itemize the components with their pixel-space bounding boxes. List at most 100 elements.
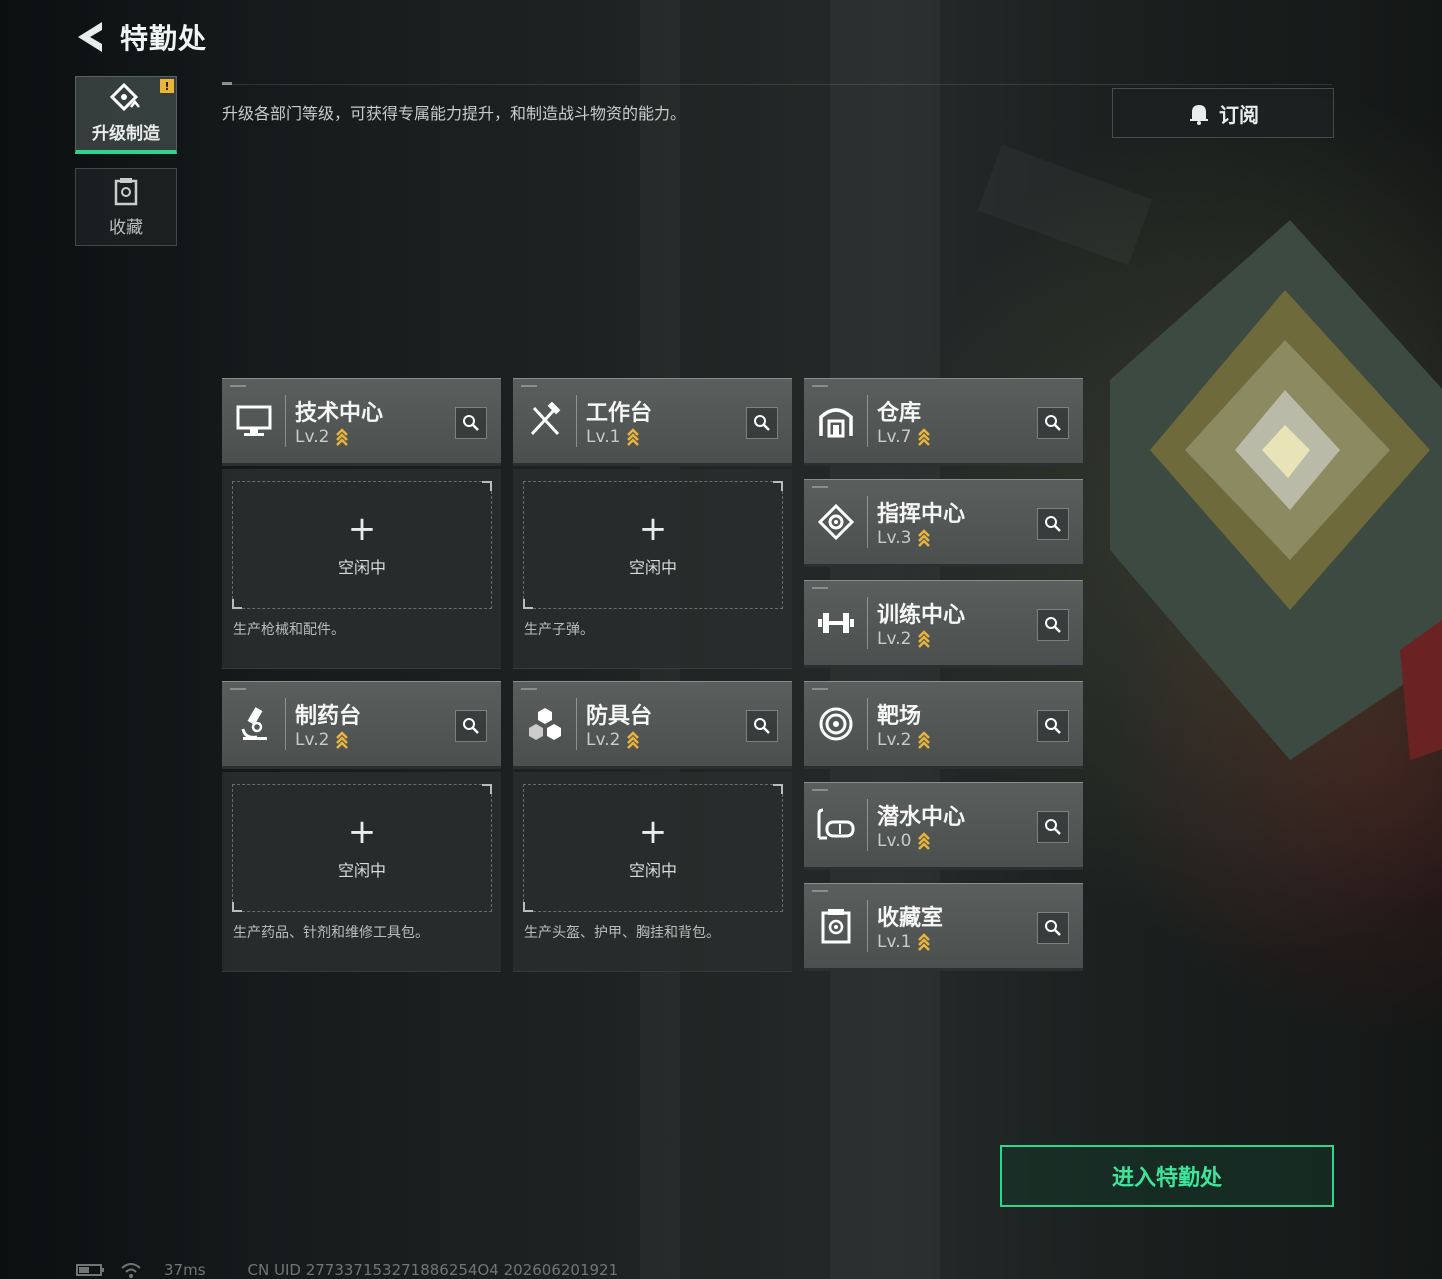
dept-level: Lv.3 [877,528,931,548]
subscribe-label: 订阅 [1219,102,1259,127]
page-title: 特勤处 [120,22,208,55]
production-panel-tech-center: + 空闲中 生产枪械和配件。 [222,469,501,669]
search-icon[interactable] [1037,508,1069,540]
production-description: 生产枪械和配件。 [233,622,345,638]
card-separator [576,395,577,447]
tab-collection[interactable]: 收藏 [75,168,177,246]
card-corner-mark [812,587,828,589]
upgrade-available-icon [336,428,349,446]
production-panel-pharmacy: + 空闲中 生产药品、针剂和维修工具包。 [222,772,501,972]
upgrade-available-icon [918,832,931,850]
dept-level: Lv.0 [877,831,931,851]
production-slot[interactable]: + 空闲中 [232,481,492,609]
subscribe-button[interactable]: 订阅 [1112,88,1334,138]
upgrade-available-icon [336,731,349,749]
production-slot[interactable]: + 空闲中 [523,481,783,609]
search-icon[interactable] [1037,811,1069,843]
upgrade-icon [110,83,140,112]
level-text: Lv.1 [586,427,621,447]
dept-name: 潜水中心 [877,805,966,830]
upgrade-available-icon [918,529,931,547]
dept-card-tech-center[interactable]: 技术中心 Lv.2 [222,378,501,466]
divider-tick [222,82,232,85]
card-corner-mark [812,789,828,791]
bell-icon [1190,105,1208,125]
warehouse-icon [812,397,860,445]
upgrade-available-icon [627,731,640,749]
dept-level: Lv.2 [877,730,931,750]
ping-text: 37ms [164,1260,206,1279]
level-text: Lv.2 [586,730,621,750]
dept-name: 防具台 [586,704,653,729]
production-slot[interactable]: + 空闲中 [232,784,492,912]
card-separator [285,698,286,750]
battery-icon [76,1263,104,1276]
card-separator [867,597,868,649]
production-description: 生产药品、针剂和维修工具包。 [233,925,429,941]
card-corner-mark [521,688,537,690]
dept-card-pharmacy[interactable]: 制药台 Lv.2 [222,681,501,769]
card-corner-mark [521,385,537,387]
card-separator [867,698,868,750]
search-icon[interactable] [455,407,487,439]
search-icon[interactable] [455,710,487,742]
dept-name: 技术中心 [295,401,384,426]
production-description: 生产头盔、护甲、胸挂和背包。 [524,925,720,941]
dept-card-shooting-range[interactable]: 靶场 Lv.2 [804,681,1083,769]
level-text: Lv.1 [877,932,912,952]
add-icon: + [638,812,668,852]
dept-card-command-center[interactable]: 指挥中心 Lv.3 [804,479,1083,567]
tab-label: 升级制造 [92,124,160,144]
dept-name: 指挥中心 [877,502,966,527]
dept-card-collection-room[interactable]: 收藏室 Lv.1 [804,883,1083,971]
slot-corner [773,784,783,794]
collection-icon [114,177,138,205]
tab-upgrade-manufacture[interactable]: ! 升级制造 [75,76,177,154]
dept-name: 制药台 [295,704,362,729]
upgrade-available-icon [918,933,931,951]
dept-card-warehouse[interactable]: 仓库 Lv.7 [804,378,1083,466]
dept-card-workbench[interactable]: 工作台 Lv.1 [513,378,792,466]
dept-level: Lv.7 [877,427,931,447]
armor-icon [521,700,569,748]
slot-status: 空闲中 [628,558,677,577]
level-text: Lv.2 [295,730,330,750]
search-icon[interactable] [1037,912,1069,944]
production-panel-workbench: + 空闲中 生产子弹。 [513,469,792,669]
page-description: 升级各部门等级，可获得专属能力提升，和制造战斗物资的能力。 [222,104,687,123]
search-icon[interactable] [1037,407,1069,439]
upgrade-available-icon [918,731,931,749]
card-separator [867,395,868,447]
search-icon[interactable] [1037,609,1069,641]
slot-corner [523,902,533,912]
dept-level: Lv.2 [295,730,349,750]
card-corner-mark [812,385,828,387]
dept-card-diving-center[interactable]: 潜水中心 Lv.0 [804,782,1083,870]
slot-corner [232,902,242,912]
dept-card-armor-bench[interactable]: 防具台 Lv.2 [513,681,792,769]
tab-label: 收藏 [109,217,143,238]
search-icon[interactable] [746,407,778,439]
dept-level: Lv.2 [586,730,640,750]
dept-level: Lv.1 [586,427,640,447]
production-description: 生产子弹。 [524,622,594,638]
tools-icon [521,397,569,445]
back-arrow-icon[interactable] [70,17,110,57]
dept-card-training-center[interactable]: 训练中心 Lv.2 [804,580,1083,668]
upgrade-available-icon [918,630,931,648]
level-text: Lv.3 [877,528,912,548]
slot-status: 空闲中 [337,861,386,880]
card-corner-mark [230,688,246,690]
production-slot[interactable]: + 空闲中 [523,784,783,912]
search-icon[interactable] [1037,710,1069,742]
search-icon[interactable] [746,710,778,742]
header: 特勤处 [70,14,207,60]
slot-status: 空闲中 [628,861,677,880]
level-text: Lv.2 [295,427,330,447]
dept-name: 仓库 [877,401,922,426]
dept-level: Lv.2 [877,629,931,649]
dept-name: 工作台 [586,401,653,426]
enter-special-ops-button[interactable]: 进入特勤处 [1000,1145,1334,1207]
upgrade-available-icon [918,428,931,446]
dept-level: Lv.2 [295,427,349,447]
